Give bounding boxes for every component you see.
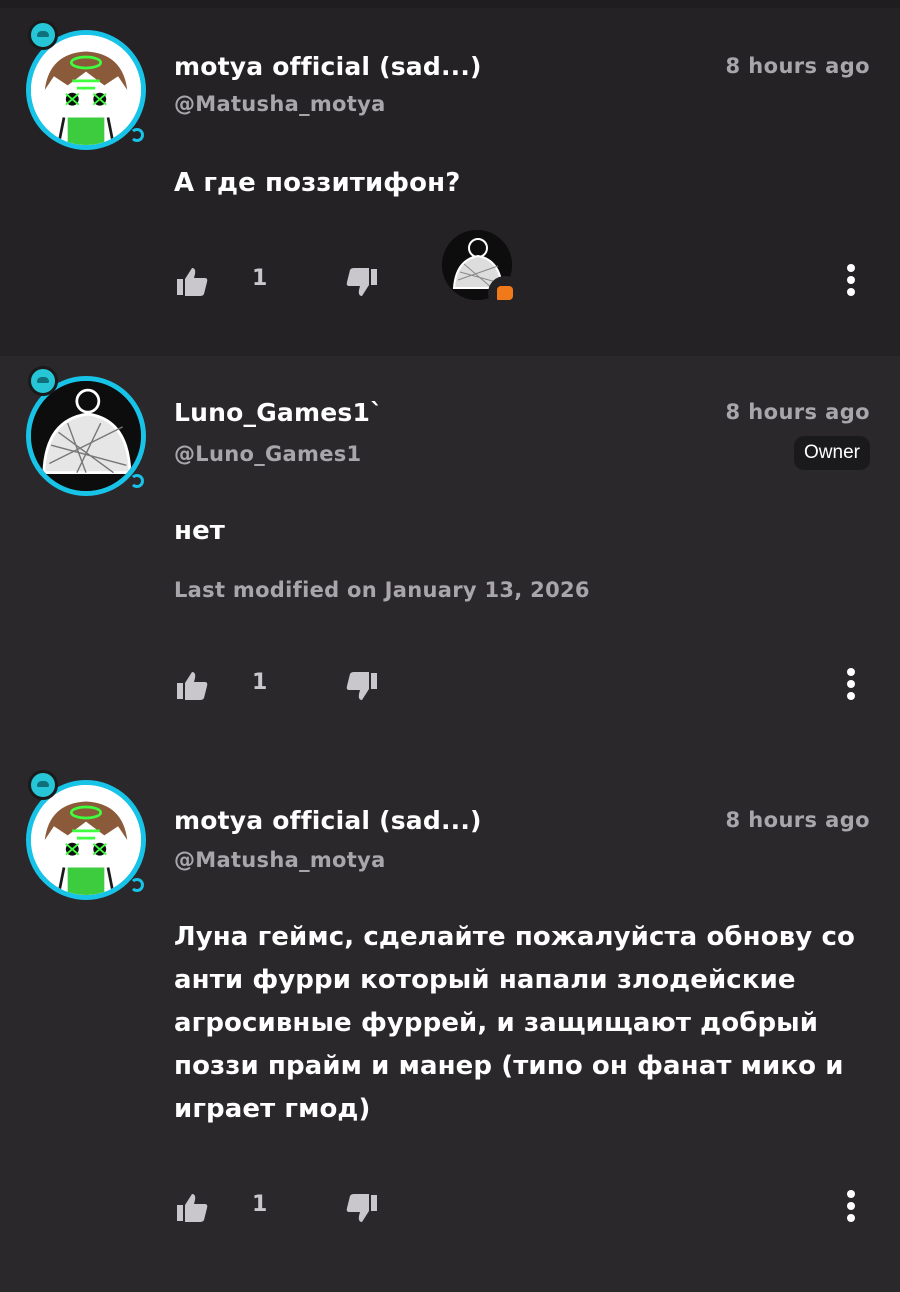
swirl-icon: [130, 474, 144, 488]
author-handle[interactable]: @Luno_Games1: [174, 442, 361, 466]
like-count: 1: [252, 670, 268, 695]
comment-item: Luno_Games1` @Luno_Games1 8 hours ago Ow…: [0, 356, 900, 760]
avatar[interactable]: [22, 770, 152, 902]
author-name[interactable]: Luno_Games1`: [174, 398, 383, 427]
swirl-icon: [130, 128, 144, 142]
avatar-frame-icon: [28, 366, 58, 396]
comment-actions: 1: [174, 230, 874, 310]
comment-actions: 1: [174, 668, 874, 708]
more-options-icon[interactable]: [838, 260, 864, 300]
thumbs-up-icon[interactable]: [174, 1190, 210, 1226]
swirl-icon: [130, 878, 144, 892]
comment-item: motya official (sad...) @Matusha_motya 8…: [0, 760, 900, 1292]
comment-text: нет: [174, 516, 225, 546]
owner-badge: Owner: [794, 436, 870, 470]
thumbs-down-icon[interactable]: [344, 264, 380, 300]
comment-text: Луна геймс, сделайте пожалуйста обнову с…: [174, 922, 855, 1124]
reply-indicator-icon: [488, 276, 522, 310]
comment-item: motya official (sad...) @Matusha_motya 8…: [0, 8, 900, 356]
author-handle[interactable]: @Matusha_motya: [174, 848, 386, 872]
avatar-frame-icon: [28, 20, 58, 50]
thumbs-down-icon[interactable]: [344, 668, 380, 704]
avatar-frame-icon: [28, 770, 58, 800]
thumbs-down-icon[interactable]: [344, 1190, 380, 1226]
comment-text: А где поззитифон?: [174, 168, 461, 198]
like-count: 1: [252, 266, 268, 291]
top-divider: [0, 0, 900, 8]
thumbs-up-icon[interactable]: [174, 668, 210, 704]
avatar[interactable]: [22, 20, 152, 152]
comment-actions: 1: [174, 1190, 874, 1230]
timestamp: 8 hours ago: [725, 808, 870, 832]
more-options-icon[interactable]: [838, 664, 864, 704]
author-name[interactable]: motya official (sad...): [174, 806, 482, 835]
author-handle[interactable]: @Matusha_motya: [174, 92, 386, 116]
avatar[interactable]: [22, 366, 152, 498]
thumbs-up-icon[interactable]: [174, 264, 210, 300]
author-name[interactable]: motya official (sad...): [174, 52, 482, 81]
more-options-icon[interactable]: [838, 1186, 864, 1226]
like-count: 1: [252, 1192, 268, 1217]
timestamp: 8 hours ago: [725, 54, 870, 78]
timestamp: 8 hours ago: [725, 400, 870, 424]
last-modified: Last modified on January 13, 2026: [174, 578, 590, 602]
